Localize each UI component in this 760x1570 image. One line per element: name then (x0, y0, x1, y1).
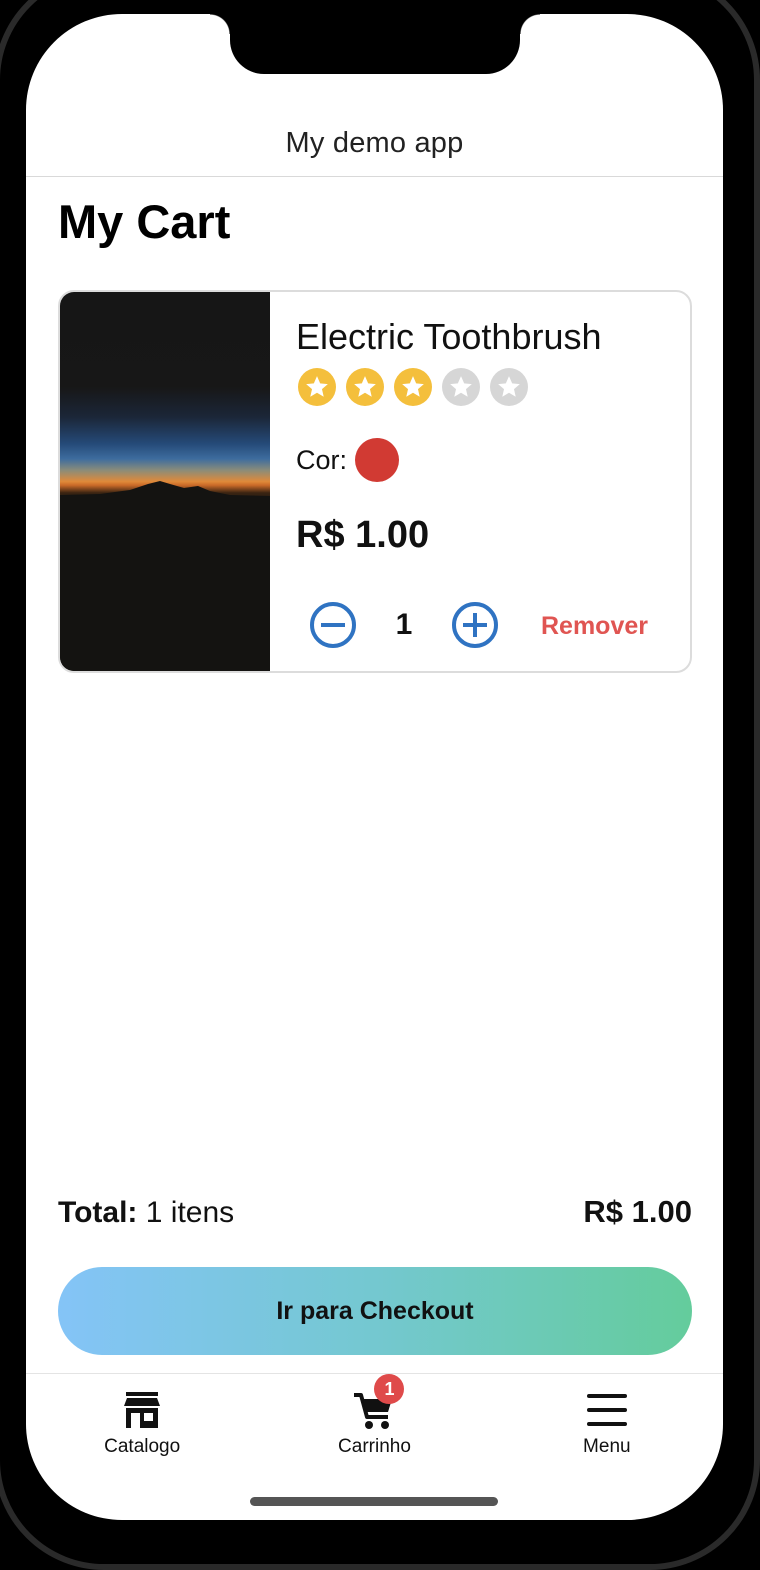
store-icon (120, 1388, 164, 1432)
total-amount: R$ 1.00 (583, 1194, 692, 1229)
plus-icon-vertical (473, 613, 477, 637)
cart-icon: 1 (352, 1374, 405, 1432)
product-image[interactable] (60, 292, 270, 671)
tab-menu[interactable]: Menu (491, 1374, 723, 1473)
product-name[interactable]: Electric Toothbrush (296, 316, 602, 358)
increase-quantity-button[interactable] (452, 602, 498, 648)
star-filled-icon (298, 368, 336, 406)
app-title: My demo app (285, 126, 464, 159)
mountain-silhouette (60, 481, 270, 671)
bottom-tab-bar: Catalogo 1 Carrinho Menu (26, 1373, 723, 1473)
tab-label-catalogo: Catalogo (104, 1436, 181, 1457)
decrease-quantity-button[interactable] (310, 602, 356, 648)
cart-total-row: Total: 1 itens R$ 1.00 (58, 1194, 692, 1230)
checkout-button[interactable]: Ir para Checkout (58, 1267, 692, 1355)
tab-catalogo[interactable]: Catalogo (26, 1374, 258, 1473)
color-label: Cor: (296, 444, 348, 475)
cart-badge: 1 (374, 1374, 405, 1404)
star-rating (298, 368, 528, 406)
tab-carrinho[interactable]: 1 Carrinho (258, 1374, 490, 1473)
color-swatch (355, 438, 400, 482)
quantity-value: 1 (395, 608, 413, 641)
remove-item-button[interactable]: Remover (541, 612, 648, 641)
total-summary: Total: 1 itens (58, 1196, 234, 1230)
total-count: 1 itens (145, 1196, 235, 1229)
minus-icon (321, 623, 345, 627)
app-screen: My demo app My Cart Electric Toothbrush … (26, 14, 723, 1520)
color-row: Cor: (296, 438, 400, 482)
tab-label-menu: Menu (583, 1436, 631, 1457)
quantity-stepper: 1 (310, 602, 498, 648)
cart-item-card: Electric Toothbrush Cor: R$ 1.00 1 Remov… (58, 290, 692, 673)
total-label: Total: (58, 1196, 138, 1229)
star-empty-icon (442, 368, 480, 406)
menu-icon (585, 1388, 629, 1432)
page-title: My Cart (58, 195, 231, 248)
home-indicator[interactable] (250, 1497, 498, 1506)
star-filled-icon (346, 368, 384, 406)
product-price: R$ 1.00 (296, 514, 430, 556)
tab-label-carrinho: Carrinho (338, 1436, 411, 1457)
nav-header: My demo app (26, 110, 723, 177)
star-empty-icon (490, 368, 528, 406)
device-notch (210, 14, 540, 74)
product-info: Electric Toothbrush Cor: R$ 1.00 1 Remov… (296, 292, 690, 671)
star-filled-icon (394, 368, 432, 406)
